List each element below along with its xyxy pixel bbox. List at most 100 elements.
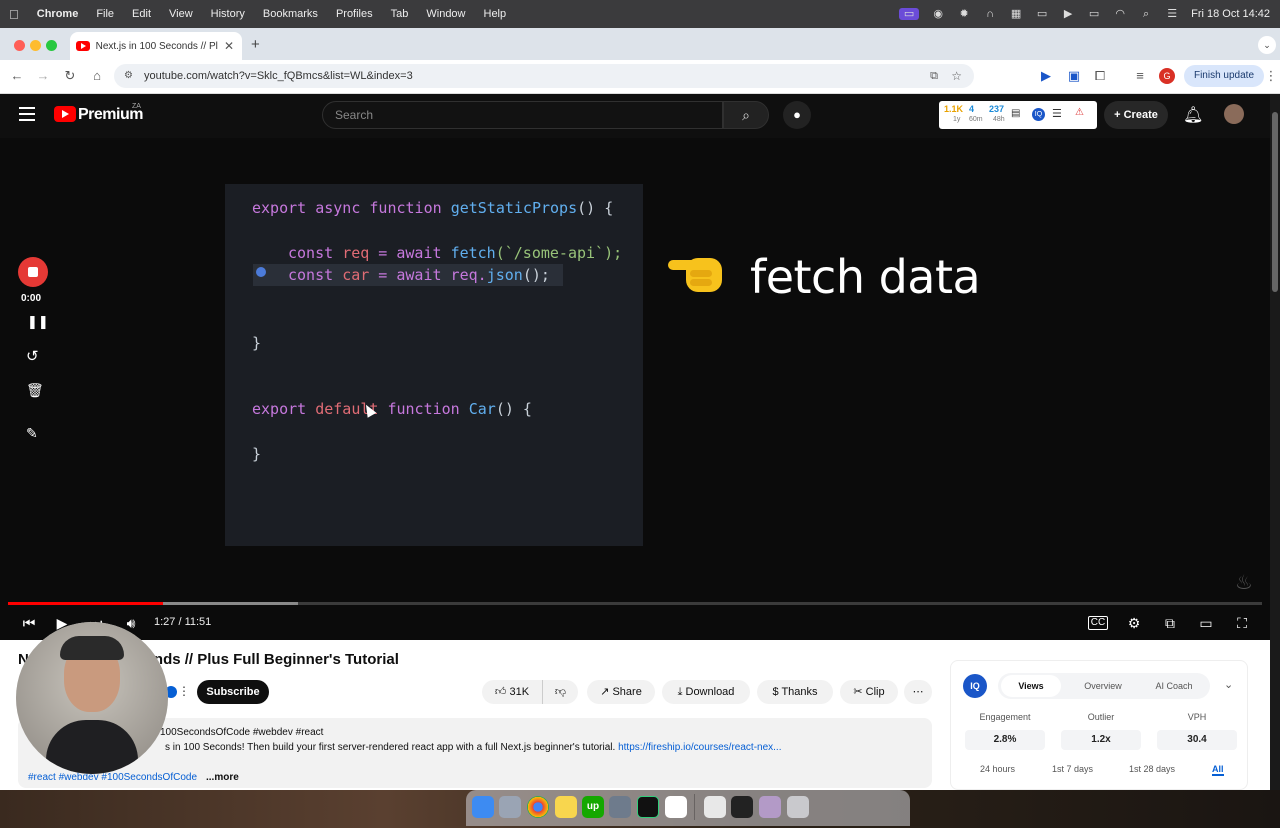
new-tab-button[interactable]: + — [251, 36, 260, 53]
alert-icon[interactable]: ⚠ — [1075, 107, 1084, 118]
browser-tab-active[interactable]: Next.js in 100 Seconds // Plus ✕ — [70, 32, 242, 60]
notes-icon[interactable] — [555, 796, 577, 818]
upwork-icon[interactable]: up — [582, 796, 604, 818]
theater-mode-icon[interactable]: ▭ — [1196, 614, 1216, 632]
vidiq-stats-widget[interactable]: 1.1K 4 237 1y 60m 48h ▤ IQ ☰ ⚠ — [939, 101, 1097, 129]
miniplayer-icon[interactable]: ⧉ — [1160, 614, 1180, 632]
headphones-icon[interactable]: ∩ — [983, 8, 997, 20]
like-button[interactable]: 👍︎ 31K — [482, 680, 542, 704]
grid-tray-icon[interactable]: ▦ — [1009, 8, 1023, 20]
channel-more-icon[interactable]: ⋮ — [178, 684, 190, 698]
extension-blue-icon[interactable]: ▶ — [1038, 68, 1054, 84]
pycharm-icon[interactable] — [637, 796, 659, 818]
install-app-icon[interactable]: ⧉ — [930, 64, 938, 88]
preview-icon[interactable] — [609, 796, 631, 818]
user-avatar[interactable] — [1224, 104, 1244, 124]
site-settings-icon[interactable]: ⚙ — [124, 64, 133, 88]
search-input[interactable]: Search — [322, 101, 723, 129]
clip-button[interactable]: ✂ Clip — [840, 680, 898, 704]
launchpad-icon[interactable] — [499, 796, 521, 818]
menu-profiles[interactable]: Profiles — [327, 8, 382, 20]
profile-avatar[interactable]: G — [1159, 68, 1175, 84]
more-actions-icon[interactable]: ⋯ — [904, 680, 932, 704]
dislike-button[interactable]: 👎︎ — [542, 680, 578, 704]
tray-app-icon[interactable]: ◉ — [931, 8, 945, 20]
stop-record-button[interactable] — [18, 257, 48, 287]
spotlight-search-icon[interactable]: ⌕ — [1139, 8, 1153, 20]
captions-icon[interactable]: CC — [1088, 616, 1108, 630]
range-24h[interactable]: 24 hours — [980, 764, 1015, 774]
scrollbar-thumb[interactable] — [1272, 112, 1278, 292]
chrome-icon[interactable] — [527, 796, 549, 818]
share-button[interactable]: ↗ Share — [587, 680, 655, 704]
finish-update-button[interactable]: Finish update — [1184, 65, 1264, 87]
tab-close-icon[interactable]: ✕ — [224, 39, 234, 53]
iq-tab-ai-coach[interactable]: AI Coach — [1144, 675, 1204, 697]
download-button[interactable]: ⤓ Download — [662, 680, 750, 704]
description-link[interactable]: https://fireship.io/courses/react-nex... — [618, 742, 781, 753]
pause-icon[interactable]: ❚❚ — [27, 314, 49, 330]
battery-icon[interactable]: ▭ — [1087, 8, 1101, 20]
menu-history[interactable]: History — [202, 8, 254, 20]
finder-icon[interactable] — [472, 796, 494, 818]
tab-search-chevron-icon[interactable]: ⌄ — [1258, 36, 1276, 54]
menu-app-name[interactable]: Chrome — [28, 8, 88, 20]
chart-icon[interactable]: ▤ — [1011, 108, 1020, 119]
chrome-menu-icon[interactable]: ⋮ — [1263, 68, 1279, 84]
extension-badge-icon[interactable]: ▣ — [1066, 68, 1082, 84]
window-thumbnail-icon[interactable] — [759, 796, 781, 818]
youtube-logo-icon[interactable] — [54, 106, 76, 122]
menu-window[interactable]: Window — [417, 8, 474, 20]
voice-search-mic-icon[interactable]: ● — [783, 101, 811, 129]
back-arrow-icon[interactable]: ← — [9, 68, 25, 84]
apple-menu-icon[interactable]:  — [0, 7, 28, 22]
menu-file[interactable]: File — [87, 8, 123, 20]
forward-arrow-icon[interactable]: → — [35, 68, 51, 84]
settings-gear-icon[interactable]: ⚙ — [1124, 614, 1144, 632]
home-icon[interactable]: ⌂ — [89, 68, 105, 84]
trash-dock-icon[interactable] — [787, 796, 809, 818]
menu-help[interactable]: Help — [475, 8, 516, 20]
range-all[interactable]: All — [1212, 764, 1224, 776]
menu-view[interactable]: View — [160, 8, 202, 20]
search-button[interactable]: ⌕ — [723, 101, 769, 129]
range-7d[interactable]: 1st 7 days — [1052, 764, 1093, 774]
menubar-clock[interactable]: Fri 18 Oct 14:42 — [1191, 8, 1270, 20]
slack-icon[interactable] — [665, 796, 687, 818]
menu-tab[interactable]: Tab — [382, 8, 418, 20]
trash-icon[interactable]: 🗑︎ — [26, 382, 44, 399]
window-zoom-button[interactable] — [46, 40, 57, 51]
restart-icon[interactable]: ↺ — [26, 347, 39, 365]
menu-bookmarks[interactable]: Bookmarks — [254, 8, 327, 20]
show-more-link[interactable]: ...more — [206, 772, 239, 783]
hamburger-menu-icon[interactable] — [19, 107, 35, 121]
document-icon[interactable] — [704, 796, 726, 818]
play-circle-icon[interactable]: ▶ — [1061, 8, 1075, 20]
reading-list-icon[interactable]: ≡ — [1132, 68, 1148, 84]
list-icon[interactable]: ☰ — [1052, 107, 1062, 120]
create-button[interactable]: + Create — [1104, 101, 1168, 129]
iq-tab-overview[interactable]: Overview — [1072, 675, 1134, 697]
bookmark-star-icon[interactable]: ☆ — [951, 64, 962, 88]
fullscreen-icon[interactable]: ⛶ — [1232, 614, 1252, 632]
iq-icon[interactable]: IQ — [1032, 108, 1045, 121]
screen-record-icon[interactable]: ▭ — [899, 8, 920, 20]
gear-tray-icon[interactable]: ✹ — [957, 8, 971, 20]
display-icon[interactable]: ▭ — [1035, 8, 1049, 20]
terminal-window-icon[interactable] — [731, 796, 753, 818]
reload-icon[interactable]: ↻ — [62, 68, 78, 84]
iq-collapse-chevron-icon[interactable]: ⌄ — [1224, 678, 1233, 691]
range-28d[interactable]: 1st 28 days — [1129, 764, 1175, 774]
menu-edit[interactable]: Edit — [123, 8, 160, 20]
notifications-bell-icon[interactable]: 🔔︎ — [1183, 105, 1203, 125]
window-close-button[interactable] — [14, 40, 25, 51]
wifi-icon[interactable]: ◠ — [1113, 8, 1127, 20]
window-minimize-button[interactable] — [30, 40, 41, 51]
subscribe-button[interactable]: Subscribe — [197, 680, 269, 704]
pencil-icon[interactable]: ✎ — [26, 425, 38, 442]
thanks-button[interactable]: $ Thanks — [757, 680, 833, 704]
address-bar[interactable]: ⚙ youtube.com/watch?v=Sklc_fQBmcs&list=W… — [114, 64, 974, 88]
extensions-puzzle-icon[interactable]: ⧠ — [1092, 68, 1108, 84]
control-center-icon[interactable]: ☰ — [1165, 8, 1179, 20]
iq-tab-views[interactable]: Views — [1001, 675, 1061, 697]
